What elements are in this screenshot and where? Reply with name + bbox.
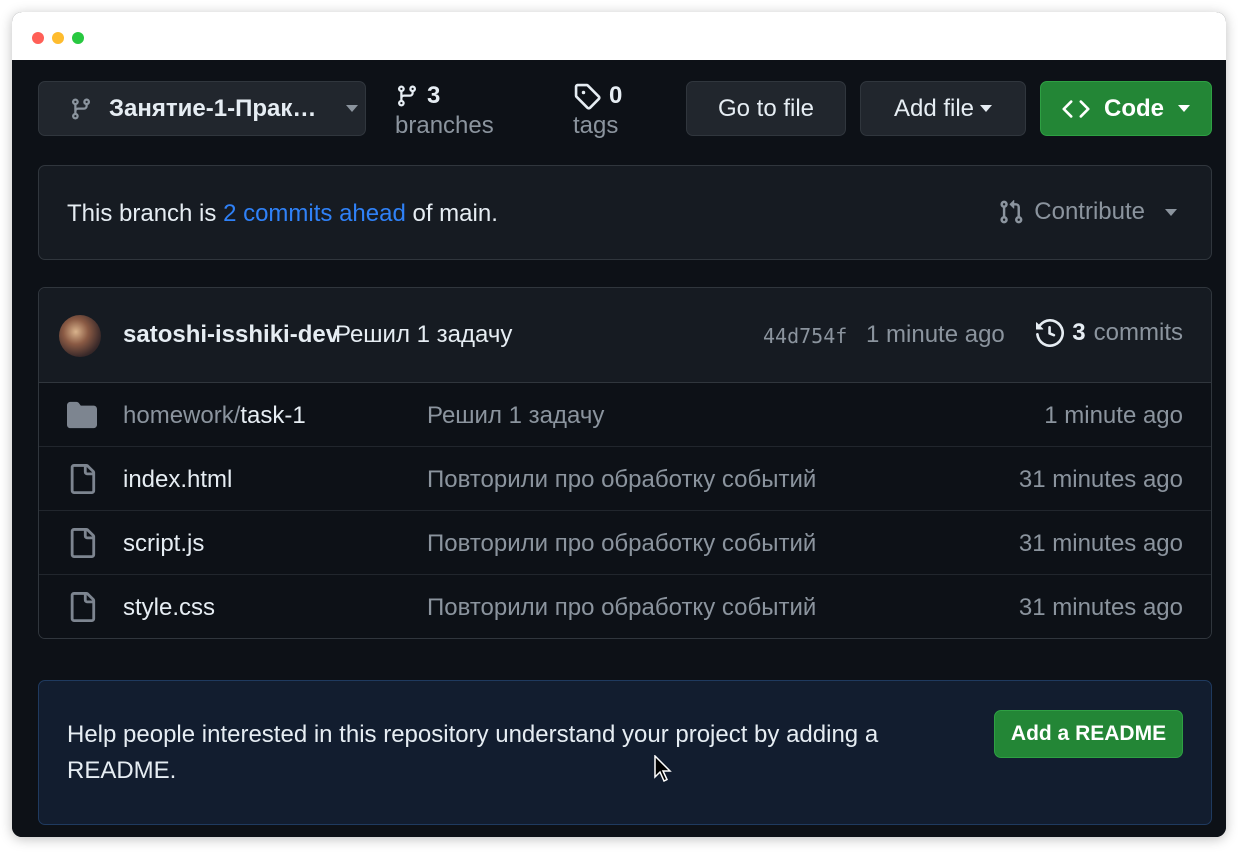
branches-count: 3 xyxy=(427,82,441,109)
file-commit-message[interactable]: Повторили про обработку событий xyxy=(427,466,816,494)
table-row[interactable]: homework/task-1 Решил 1 задачу 1 minute … xyxy=(39,383,1211,447)
chevron-down-icon xyxy=(346,105,359,112)
browser-window: Занятие-1-Прак… 3 branches 0 tags Go to … xyxy=(12,12,1226,837)
maximize-window-dot[interactable] xyxy=(72,32,84,44)
file-commit-time: 31 minutes ago xyxy=(1018,466,1183,493)
commits-label: commits xyxy=(1093,319,1183,346)
dir-prefix: homework/ xyxy=(123,402,241,429)
readme-banner: Help people interested in this repositor… xyxy=(38,680,1212,825)
commit-sha-link[interactable]: 44d754f xyxy=(763,324,847,348)
file-icon xyxy=(70,464,96,494)
file-name-link[interactable]: style.css xyxy=(123,594,215,622)
close-window-dot[interactable] xyxy=(32,32,44,44)
table-row[interactable]: style.css Повторили про обработку событи… xyxy=(39,575,1211,638)
readme-prompt-text: Help people interested in this repositor… xyxy=(67,721,879,784)
add-readme-button[interactable]: Add a README xyxy=(994,710,1183,758)
code-button[interactable]: Code xyxy=(1040,81,1212,136)
file-name-link[interactable]: index.html xyxy=(123,466,232,494)
tag-icon xyxy=(574,83,601,110)
commits-count: 3 xyxy=(1072,319,1086,346)
history-icon xyxy=(1036,319,1065,347)
pull-request-icon xyxy=(1000,199,1023,224)
mouse-cursor-icon xyxy=(654,755,672,783)
go-to-file-button[interactable]: Go to file xyxy=(686,81,846,136)
chevron-down-icon xyxy=(1165,208,1177,216)
git-branch-icon xyxy=(71,98,90,120)
chevron-down-icon xyxy=(1178,105,1190,112)
branches-label: branches xyxy=(395,112,494,139)
branch-ahead-banner: This branch is 2 commits ahead of main. … xyxy=(38,165,1212,260)
tags-link[interactable]: 0 tags xyxy=(573,82,622,140)
file-name-link[interactable]: homework/task-1 xyxy=(123,402,306,430)
file-name: task-1 xyxy=(240,402,306,429)
avatar[interactable] xyxy=(59,315,101,357)
minimize-window-dot[interactable] xyxy=(52,32,64,44)
file-icon xyxy=(70,528,96,558)
folder-icon xyxy=(67,401,97,429)
git-branch-icon xyxy=(397,85,416,107)
commit-author-link[interactable]: satoshi-isshiki-dev xyxy=(123,321,339,349)
table-row[interactable]: index.html Повторили про обработку событ… xyxy=(39,447,1211,511)
table-row[interactable]: script.js Повторили про обработку событи… xyxy=(39,511,1211,575)
contribute-label: Contribute xyxy=(1034,198,1145,225)
file-commit-time: 31 minutes ago xyxy=(1018,594,1183,621)
file-commit-message[interactable]: Повторили про обработку событий xyxy=(427,530,816,558)
add-file-button[interactable]: Add file xyxy=(860,81,1026,136)
branch-selector-button[interactable]: Занятие-1-Прак… xyxy=(38,81,366,136)
branches-link[interactable]: 3 branches xyxy=(395,82,494,140)
file-name-link[interactable]: script.js xyxy=(123,530,204,558)
ahead-prefix: This branch is xyxy=(67,200,224,227)
commit-message-link[interactable]: Решил 1 задачу xyxy=(335,321,512,349)
add-file-label: Add file xyxy=(893,94,975,122)
tags-count: 0 xyxy=(609,82,623,109)
repo-content: Занятие-1-Прак… 3 branches 0 tags Go to … xyxy=(12,60,1226,837)
latest-commit-row: satoshi-isshiki-dev Решил 1 задачу 44d75… xyxy=(39,288,1211,383)
commits-history-link[interactable]: 3 commits xyxy=(1036,319,1183,347)
code-label: Code xyxy=(1104,94,1164,122)
branch-name: Занятие-1-Прак… xyxy=(109,94,317,122)
tags-label: tags xyxy=(573,112,619,139)
file-icon xyxy=(70,592,96,622)
file-commit-time: 31 minutes ago xyxy=(1018,530,1183,557)
ahead-suffix: of main. xyxy=(405,200,498,227)
commit-time: 1 minute ago xyxy=(866,321,1005,348)
commits-ahead-link[interactable]: 2 commits ahead xyxy=(223,200,406,227)
file-commit-message[interactable]: Повторили про обработку событий xyxy=(427,594,816,622)
chevron-down-icon xyxy=(980,105,993,112)
file-commit-message[interactable]: Решил 1 задачу xyxy=(427,402,604,430)
code-icon xyxy=(1062,99,1090,118)
branch-ahead-text: This branch is 2 commits ahead of main. xyxy=(67,200,498,228)
file-commit-time: 1 minute ago xyxy=(1044,402,1183,429)
file-list: satoshi-isshiki-dev Решил 1 задачу 44d75… xyxy=(38,287,1212,639)
window-titlebar xyxy=(12,12,1226,60)
contribute-dropdown[interactable]: Contribute xyxy=(998,198,1177,226)
